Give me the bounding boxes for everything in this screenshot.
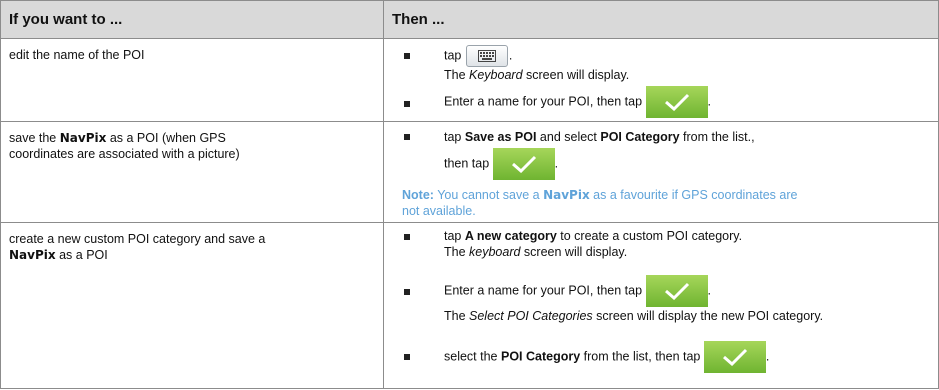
checkmark-icon [722,348,747,366]
table-row: edit the name of the POI tap . The Keybo… [0,38,939,122]
row3-action-line1: create a new custom POI category and sav… [9,232,266,246]
row3-step2: Enter a name for your POI, then tap . [444,275,711,307]
confirm-button[interactable] [645,275,708,307]
row1-step1-line2: The Keyboard screen will display. [444,68,630,82]
bullet [404,289,410,295]
bullet [404,101,410,107]
row1-step2: Enter a name for your POI, then tap . [444,86,711,118]
bullet [404,234,410,240]
confirm-button[interactable] [492,148,555,180]
row3-step1-line2: The keyboard screen will display. [444,245,628,259]
instruction-table: If you want to ... Then ... edit the nam… [0,0,939,389]
row1-steps: tap . The Keyboard screen will display. [383,38,939,122]
row3-step3: select the POI Category from the list, t… [444,341,769,373]
table-header-row: If you want to ... Then ... [0,0,939,39]
keyboard-button-icon[interactable] [465,45,508,67]
row2-step1: tap Save as POI and select POI Category … [444,130,755,144]
row2-action-line1: save the NavPix as a POI (when GPS [9,131,226,145]
row3-action-line2: NavPix as a POI [9,248,108,262]
row3-steps: tap A new category to create a custom PO… [383,222,939,389]
row3-step2-line2: The Select POI Categories screen will di… [444,309,824,323]
row1-step1: tap . [444,45,512,67]
confirm-button[interactable] [645,86,708,118]
row1-action: edit the name of the POI [0,38,384,122]
checkmark-icon [664,93,689,111]
row2-steps: tap Save as POI and select POI Category … [383,121,939,223]
row1-action-text: edit the name of the POI [9,48,145,62]
header-then: Then ... [383,0,939,39]
row3-step1: tap A new category to create a custom PO… [444,229,743,243]
bullet [404,53,410,59]
header-if-you-want: If you want to ... [0,0,384,39]
row3-action: create a new custom POI category and sav… [0,222,384,389]
row2-step1-line2: then tap . [444,148,558,180]
confirm-button[interactable] [703,341,766,373]
row2-note: Note: You cannot save a NavPix as a favo… [402,188,798,218]
row2-action: save the NavPix as a POI (when GPS coord… [0,121,384,223]
keyboard-icon [477,50,496,62]
table-row: create a new custom POI category and sav… [0,222,939,389]
checkmark-icon [511,155,536,173]
checkmark-icon [664,282,689,300]
row2-action-line2: coordinates are associated with a pictur… [9,147,240,161]
bullet [404,134,410,140]
table-row: save the NavPix as a POI (when GPS coord… [0,121,939,223]
bullet [404,354,410,360]
